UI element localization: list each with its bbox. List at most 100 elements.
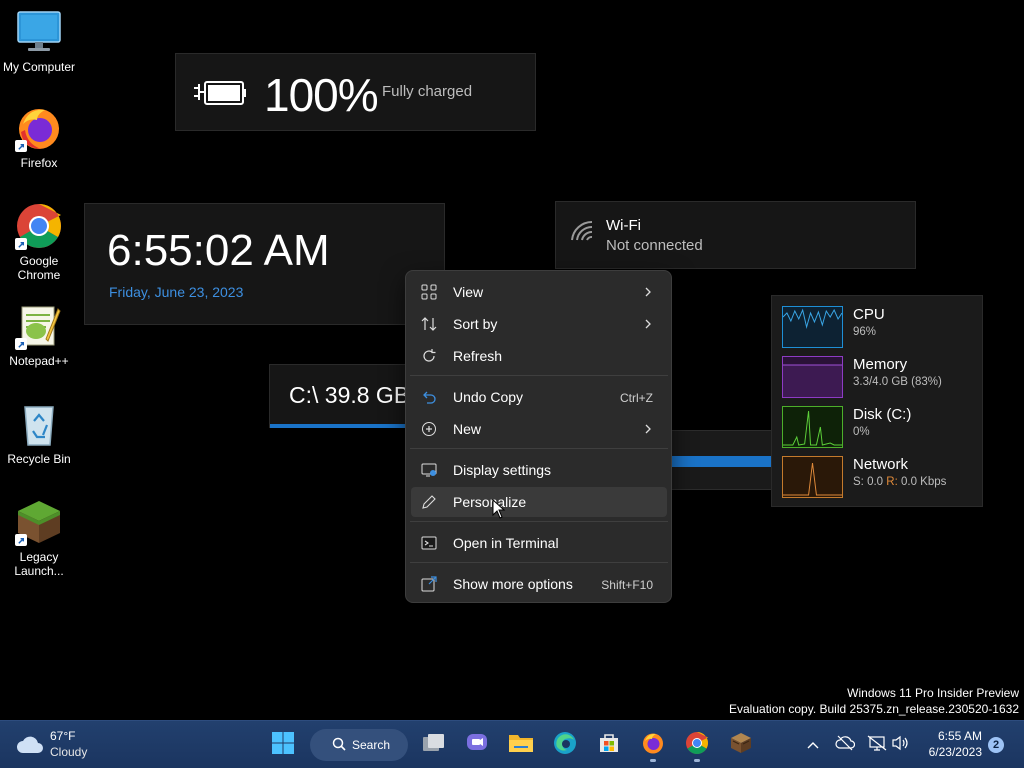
clock-time: 6:55:02 AM bbox=[107, 226, 330, 275]
network-tray-button[interactable] bbox=[866, 727, 888, 763]
weather-condition: Cloudy bbox=[50, 745, 88, 759]
perf-memory: Memory 3.3/4.0 GB (83%) bbox=[782, 356, 978, 400]
battery-status: Fully charged bbox=[382, 83, 473, 100]
taskbar-search-button[interactable]: Search bbox=[310, 729, 408, 761]
taskbar-teams-chat[interactable] bbox=[459, 727, 495, 763]
windows-logo-icon bbox=[271, 731, 295, 760]
wifi-widget: Wi-Fi Not connected bbox=[555, 201, 916, 269]
cpu-value: 96% bbox=[853, 326, 877, 338]
terminal-icon bbox=[421, 535, 437, 551]
desktop-icon-label: Firefox bbox=[20, 156, 58, 170]
notepad-plus-plus-icon bbox=[15, 302, 63, 350]
desktop-icon-chrome[interactable]: Google Chrome bbox=[0, 202, 78, 282]
menu-item-new[interactable]: New bbox=[411, 414, 667, 444]
weather-widget[interactable]: 67°F Cloudy bbox=[16, 727, 106, 763]
minecraft-grass-block-icon bbox=[15, 498, 63, 546]
network-recv-value: 0.0 Kbps bbox=[900, 476, 947, 488]
search-label: Search bbox=[352, 738, 391, 752]
cpu-graph bbox=[782, 306, 843, 348]
monitor-icon bbox=[15, 8, 63, 56]
cloud-icon bbox=[16, 735, 44, 760]
network-send-label: S: bbox=[853, 476, 864, 488]
show-hidden-icons-button[interactable] bbox=[804, 727, 822, 763]
network-send-value: 0.0 bbox=[867, 476, 884, 488]
volume-tray-button[interactable] bbox=[890, 727, 912, 763]
network-recv-label: R: bbox=[886, 476, 898, 488]
shortcut-arrow-icon bbox=[15, 238, 27, 250]
taskbar-clock[interactable]: 6:55 AM 6/23/2023 bbox=[918, 728, 982, 760]
taskbar-chrome[interactable] bbox=[679, 727, 715, 763]
windows-watermark: Windows 11 Pro Insider Preview Evaluatio… bbox=[729, 685, 1019, 717]
menu-item-label: Personalize bbox=[453, 494, 527, 510]
menu-item-sort-by[interactable]: Sort by bbox=[411, 309, 667, 339]
taskbar-microsoft-store[interactable] bbox=[591, 727, 627, 763]
menu-separator bbox=[410, 562, 668, 563]
drive-usage-bar bbox=[672, 456, 774, 467]
sort-icon bbox=[421, 316, 437, 332]
desktop-icon-firefox[interactable]: Firefox bbox=[0, 104, 78, 170]
undo-icon bbox=[421, 389, 437, 405]
start-button[interactable] bbox=[265, 727, 301, 763]
menu-item-undo-copy[interactable]: Undo Copy Ctrl+Z bbox=[411, 382, 667, 412]
taskbar-file-explorer[interactable] bbox=[503, 727, 539, 763]
chevron-up-icon bbox=[807, 736, 819, 754]
display-settings-icon bbox=[421, 462, 437, 478]
taskbar-firefox[interactable] bbox=[635, 727, 671, 763]
battery-percent: 100% bbox=[264, 69, 379, 121]
menu-item-personalize[interactable]: Personalize bbox=[411, 487, 667, 517]
shortcut-arrow-icon bbox=[15, 534, 27, 546]
folder-icon bbox=[508, 732, 534, 759]
menu-item-label: Open in Terminal bbox=[453, 535, 559, 551]
battery-charging-icon bbox=[192, 78, 248, 113]
desktop-icon-label: Legacy Launch... bbox=[14, 550, 64, 578]
refresh-icon bbox=[421, 348, 437, 364]
menu-item-label: Refresh bbox=[453, 348, 503, 364]
desktop-icon-recycle-bin[interactable]: Recycle Bin bbox=[0, 400, 78, 466]
menu-item-label: New bbox=[453, 421, 482, 437]
taskbar-task-view[interactable] bbox=[416, 727, 452, 763]
menu-item-label: View bbox=[453, 284, 484, 300]
crafting-table-icon bbox=[729, 731, 753, 760]
taskbar: 67°F Cloudy Search 6:55 AM 6/23/2023 2 bbox=[0, 720, 1024, 768]
desktop-icon-label: Google Chrome bbox=[17, 254, 61, 282]
search-icon bbox=[332, 737, 346, 754]
menu-item-refresh[interactable]: Refresh bbox=[411, 341, 667, 371]
performance-widget: CPU 96% Memory 3.3/4.0 GB (83%) Disk (C:… bbox=[771, 295, 983, 507]
firefox-icon bbox=[15, 104, 63, 152]
menu-separator bbox=[410, 521, 668, 522]
desktop-icon-notepad-plus-plus[interactable]: Notepad++ bbox=[0, 302, 78, 368]
menu-item-display-settings[interactable]: Display settings bbox=[411, 455, 667, 485]
store-icon bbox=[598, 732, 620, 759]
open-external-icon bbox=[421, 576, 437, 592]
menu-item-label: Display settings bbox=[453, 462, 552, 478]
taskbar-edge[interactable] bbox=[547, 727, 583, 763]
network-value: S: 0.0 R: 0.0 Kbps bbox=[853, 476, 946, 488]
speaker-icon bbox=[891, 735, 911, 756]
chevron-right-icon bbox=[643, 316, 653, 332]
desktop-icon-legacy-launcher[interactable]: Legacy Launch... bbox=[0, 498, 78, 578]
recycle-bin-icon bbox=[15, 400, 63, 448]
grid-view-icon bbox=[421, 284, 437, 300]
menu-item-label: Sort by bbox=[453, 316, 498, 332]
chrome-icon bbox=[15, 202, 63, 250]
shortcut-arrow-icon bbox=[15, 338, 27, 350]
shortcut-text: Ctrl+Z bbox=[620, 391, 653, 405]
shortcut-text: Shift+F10 bbox=[601, 578, 653, 592]
memory-value: 3.3/4.0 GB (83%) bbox=[853, 376, 942, 388]
desktop-icon-my-computer[interactable]: My Computer bbox=[0, 8, 78, 74]
taskbar-minecraft-launcher[interactable] bbox=[723, 727, 759, 763]
menu-item-open-terminal[interactable]: Open in Terminal bbox=[411, 528, 667, 558]
menu-item-view[interactable]: View bbox=[411, 277, 667, 307]
wifi-icon bbox=[570, 220, 596, 247]
menu-item-label: Undo Copy bbox=[453, 389, 524, 405]
menu-separator bbox=[410, 448, 668, 449]
network-title: Network bbox=[853, 456, 909, 473]
shortcut-arrow-icon bbox=[15, 140, 27, 152]
notification-badge[interactable]: 2 bbox=[988, 737, 1004, 753]
cpu-title: CPU bbox=[853, 306, 885, 323]
onedrive-tray-button[interactable] bbox=[834, 727, 856, 763]
menu-item-show-more-options[interactable]: Show more options Shift+F10 bbox=[411, 569, 667, 599]
desktop-icon-label: Recycle Bin bbox=[7, 452, 71, 466]
disk-graph bbox=[782, 406, 843, 448]
battery-widget: 100% Fully charged bbox=[175, 53, 536, 131]
